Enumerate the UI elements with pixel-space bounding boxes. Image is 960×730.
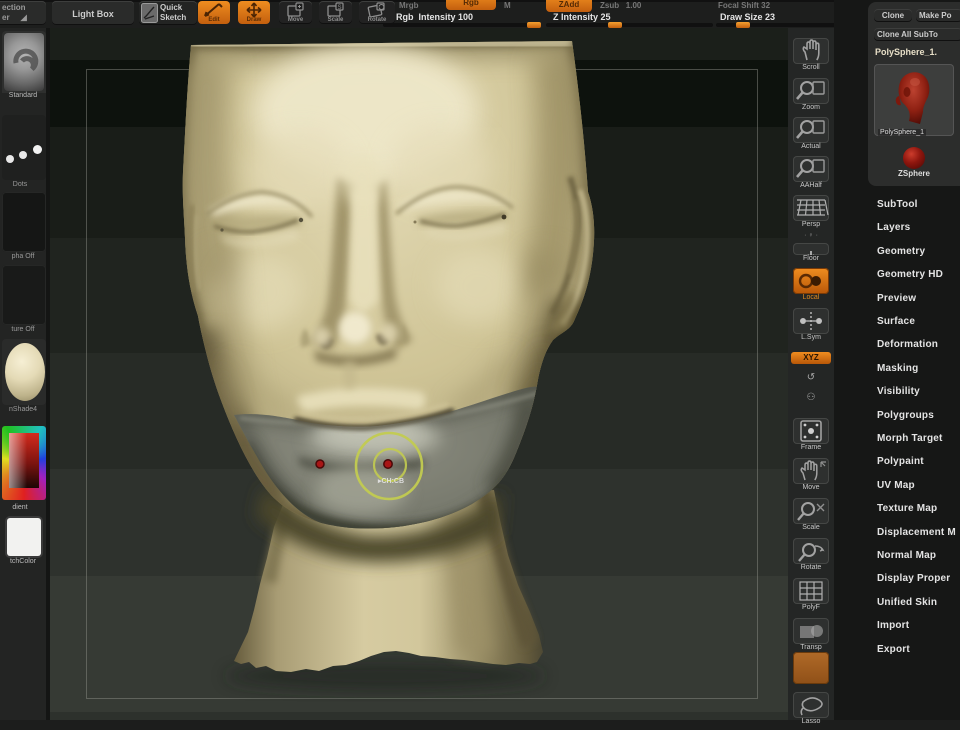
- svg-text:S: S: [337, 5, 341, 11]
- svg-text:▸CH:CB: ▸CH:CB: [377, 478, 404, 485]
